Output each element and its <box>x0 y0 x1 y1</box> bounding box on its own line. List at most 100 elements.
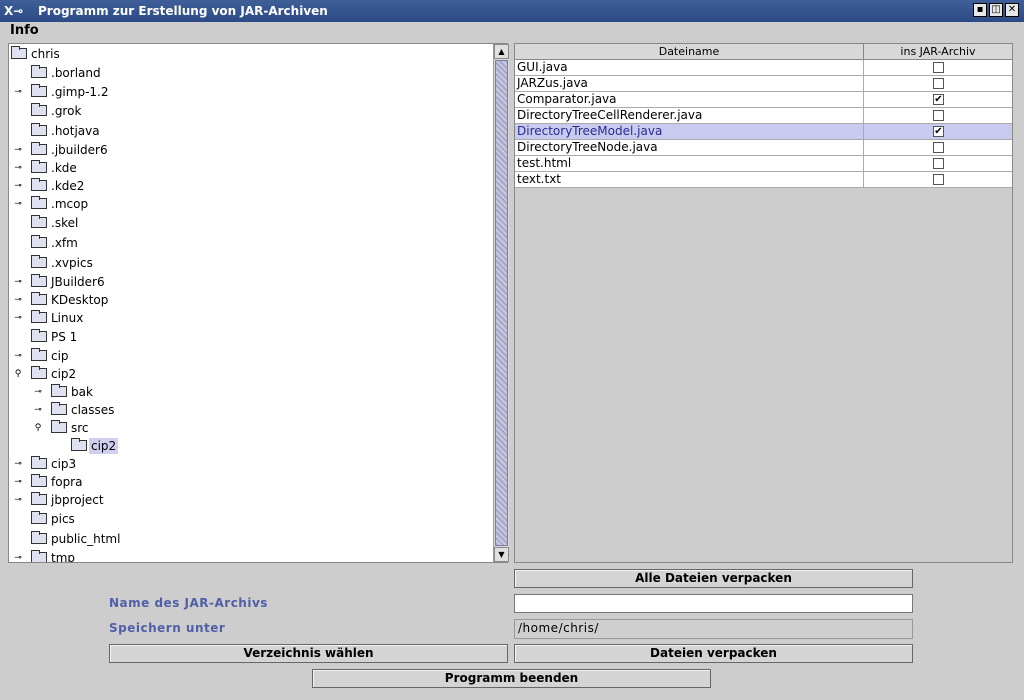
folder-icon <box>31 456 47 469</box>
column-divider <box>863 140 864 156</box>
include-checkbox[interactable] <box>933 142 944 153</box>
expand-handle-icon[interactable]: ⊸ <box>13 553 23 562</box>
include-checkbox[interactable]: ✔ <box>933 94 944 105</box>
include-checkbox[interactable] <box>933 110 944 121</box>
tree-node-label: .gimp-1.2 <box>51 85 109 99</box>
jar-name-input[interactable] <box>514 594 913 613</box>
filename-cell: DirectoryTreeModel.java <box>517 124 663 138</box>
filename-cell: JARZus.java <box>517 76 588 90</box>
expand-handle-icon[interactable]: ⊸ <box>13 313 23 323</box>
expand-handle-icon[interactable]: ⊸ <box>13 145 23 155</box>
column-header-filename[interactable]: Dateiname <box>515 44 864 59</box>
expand-handle-icon[interactable]: ⊸ <box>13 495 23 505</box>
expand-handle-icon[interactable]: ⊸ <box>13 163 23 173</box>
column-divider <box>863 156 864 172</box>
scroll-down-icon[interactable]: ▼ <box>494 547 509 562</box>
window-title: Programm zur Erstellung von JAR-Archiven <box>38 4 328 18</box>
file-table[interactable]: Dateiname ins JAR-Archiv GUI.java JARZus… <box>514 43 1013 563</box>
maximize-button[interactable]: ◫ <box>989 3 1003 17</box>
folder-icon <box>31 65 47 78</box>
expand-handle-icon[interactable]: ⊸ <box>13 459 23 469</box>
expand-handle-icon[interactable]: ⊸ <box>13 295 23 305</box>
table-row[interactable]: Comparator.java ✔ <box>515 92 1012 108</box>
table-row[interactable]: GUI.java <box>515 60 1012 76</box>
column-divider <box>863 76 864 92</box>
include-checkbox[interactable]: ✔ <box>933 126 944 137</box>
tree-node-label: tmp <box>51 551 76 563</box>
minimize-button[interactable]: ▪ <box>973 3 987 17</box>
folder-icon <box>51 384 67 397</box>
table-row[interactable]: DirectoryTreeNode.java <box>515 140 1012 156</box>
expand-handle-icon[interactable]: ⊸ <box>13 277 23 287</box>
folder-icon <box>31 123 47 136</box>
column-divider <box>863 172 864 188</box>
column-header-include[interactable]: ins JAR-Archiv <box>864 44 1012 59</box>
tree-scrollbar[interactable]: ▲ ▼ <box>493 44 509 562</box>
save-path-display: /home/chris/ <box>514 619 913 639</box>
column-divider <box>863 108 864 124</box>
include-checkbox[interactable] <box>933 62 944 73</box>
table-row[interactable]: DirectoryTreeCellRenderer.java <box>515 108 1012 124</box>
tree-node-label: .skel <box>51 216 79 230</box>
menubar: Info <box>0 22 1024 40</box>
folder-icon <box>51 402 67 415</box>
include-checkbox[interactable] <box>933 174 944 185</box>
include-checkbox[interactable] <box>933 158 944 169</box>
quit-button[interactable]: Programm beenden <box>312 669 711 688</box>
tree-node-label: PS 1 <box>51 330 78 344</box>
tree-node-label: cip2 <box>51 367 77 381</box>
table-row[interactable]: text.txt <box>515 172 1012 188</box>
x-app-icon[interactable]: X⊸ <box>4 3 34 19</box>
table-row[interactable]: test.html <box>515 156 1012 172</box>
choose-directory-button[interactable]: Verzeichnis wählen <box>109 644 508 663</box>
folder-icon <box>31 511 47 524</box>
expand-handle-icon[interactable]: ⊸ <box>33 405 43 415</box>
pack-files-button[interactable]: Dateien verpacken <box>514 644 913 663</box>
folder-icon <box>31 235 47 248</box>
folder-icon <box>31 274 47 287</box>
folder-icon <box>31 329 47 342</box>
folder-icon <box>31 474 47 487</box>
column-divider <box>863 92 864 108</box>
expand-handle-icon[interactable]: ⊸ <box>13 181 23 191</box>
folder-icon <box>31 550 47 562</box>
table-row[interactable]: JARZus.java <box>515 76 1012 92</box>
tree-node-label: .grok <box>51 104 82 118</box>
close-button[interactable]: ✕ <box>1005 3 1019 17</box>
folder-icon <box>71 438 87 451</box>
scroll-up-icon[interactable]: ▲ <box>494 44 509 59</box>
folder-icon <box>31 492 47 505</box>
filename-cell: test.html <box>517 156 572 170</box>
save-under-label: Speichern unter <box>109 621 226 635</box>
collapse-handle-icon[interactable]: ⚲ <box>13 369 23 379</box>
tree-node-label: chris <box>31 47 60 61</box>
window-titlebar[interactable]: X⊸ Programm zur Erstellung von JAR-Archi… <box>0 0 1024 22</box>
expand-handle-icon[interactable]: ⊸ <box>13 199 23 209</box>
folder-icon <box>31 348 47 361</box>
folder-icon <box>31 103 47 116</box>
directory-tree[interactable]: chris .borland ⊸ .gimp-1.2 .grok .hotjav… <box>8 43 508 563</box>
folder-icon <box>31 215 47 228</box>
filename-cell: text.txt <box>517 172 562 186</box>
tree-node-label: public_html <box>51 532 121 546</box>
include-checkbox[interactable] <box>933 78 944 89</box>
expand-handle-icon[interactable]: ⊸ <box>13 477 23 487</box>
folder-icon <box>31 178 47 191</box>
scroll-thumb[interactable] <box>495 60 508 546</box>
menu-info[interactable]: Info <box>10 22 39 40</box>
column-divider <box>863 124 864 140</box>
expand-handle-icon[interactable]: ⊸ <box>13 351 23 361</box>
tree-node-label: bak <box>71 385 93 399</box>
tree-node-label: .kde <box>51 161 77 175</box>
tree-node-label: KDesktop <box>51 293 109 307</box>
expand-handle-icon[interactable]: ⊸ <box>33 387 43 397</box>
tree-node-label: pics <box>51 512 75 526</box>
tree-node-label: Linux <box>51 311 84 325</box>
folder-icon <box>31 292 47 305</box>
tree-node-label: classes <box>71 403 115 417</box>
expand-handle-icon[interactable]: ⊸ <box>13 87 23 97</box>
table-row-selected[interactable]: DirectoryTreeModel.java ✔ <box>515 124 1012 140</box>
collapse-handle-icon[interactable]: ⚲ <box>33 423 43 433</box>
pack-all-button[interactable]: Alle Dateien verpacken <box>514 569 913 588</box>
filename-cell: Comparator.java <box>517 92 617 106</box>
